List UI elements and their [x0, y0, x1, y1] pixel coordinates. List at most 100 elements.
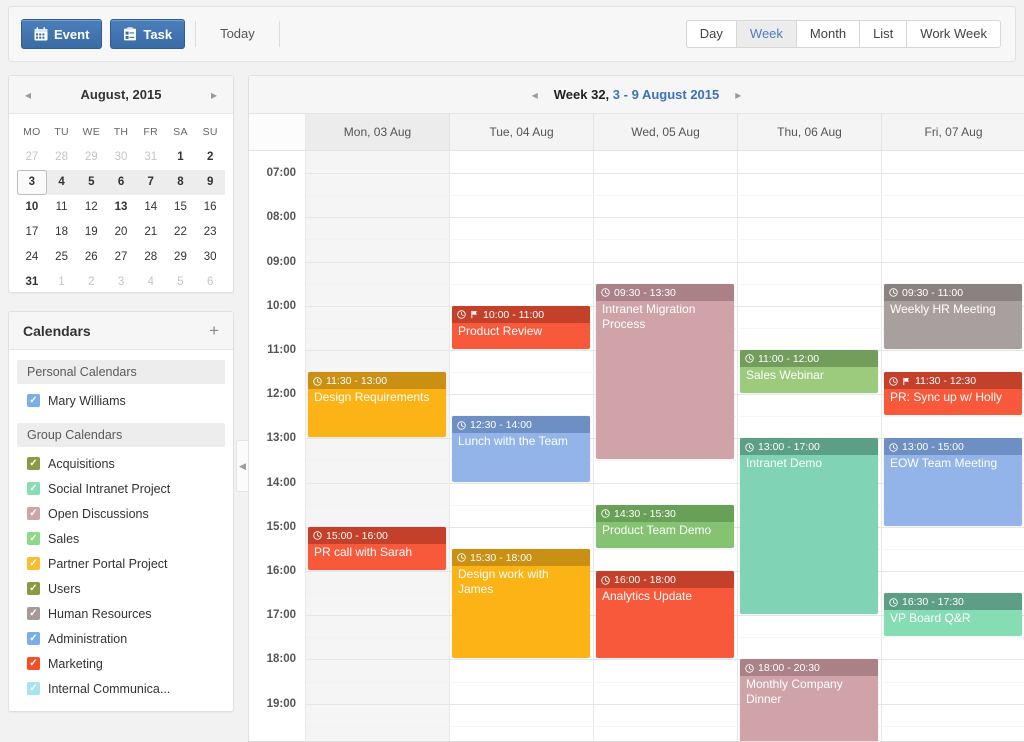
mini-calendar-day[interactable]: 2 [195, 145, 225, 170]
mini-calendar-day[interactable]: 12 [76, 195, 106, 220]
mini-calendar-day[interactable]: 14 [136, 195, 166, 220]
mini-calendar-day[interactable]: 11 [47, 195, 77, 220]
calendar-event[interactable]: 13:00 - 15:00 EOW Team Meeting [884, 438, 1022, 526]
mini-calendar-day[interactable]: 24 [17, 245, 47, 270]
mini-calendar-day[interactable]: 5 [166, 270, 196, 295]
calendar-list-item[interactable]: Sales [9, 526, 233, 551]
day-header-cell[interactable]: Tue, 04 Aug [450, 114, 594, 150]
mini-calendar-day[interactable]: 2 [76, 270, 106, 295]
calendar-list-item[interactable]: Human Resources [9, 601, 233, 626]
calendar-event[interactable]: 12:30 - 14:00 Lunch with the Team [452, 416, 590, 482]
calendar-checkbox-icon[interactable] [27, 557, 40, 570]
sidebar-collapse-handle[interactable]: ◀ [236, 440, 248, 492]
calendar-list-item[interactable]: Administration [9, 626, 233, 651]
mini-calendar-day[interactable]: 13 [106, 195, 136, 220]
calendar-checkbox-icon[interactable] [27, 482, 40, 495]
mini-calendar-next-icon[interactable]: ▸ [207, 88, 221, 102]
calendar-event[interactable]: 14:30 - 15:30 Product Team Demo [596, 504, 734, 548]
mini-calendar-day[interactable]: 5 [76, 170, 106, 195]
calendar-event[interactable]: 11:30 - 12:30 PR: Sync up w/ Holly [884, 372, 1022, 416]
mini-calendar-day[interactable]: 18 [47, 220, 77, 245]
week-title-range: 3 - 9 August 2015 [612, 87, 720, 102]
add-calendar-icon[interactable]: + [209, 322, 219, 339]
calendar-event[interactable]: 13:00 - 17:00 Intranet Demo [740, 438, 878, 615]
calendar-checkbox-icon[interactable] [27, 507, 40, 520]
add-task-button[interactable]: Task [110, 19, 186, 49]
mini-calendar-day[interactable]: 3 [106, 270, 136, 295]
mini-calendar-day[interactable]: 9 [195, 170, 225, 195]
calendar-event[interactable]: 11:00 - 12:00 Sales Webinar [740, 349, 878, 394]
mini-calendar-day[interactable]: 20 [106, 220, 136, 245]
calendar-list-item[interactable]: Mary Williams [9, 388, 233, 413]
calendar-checkbox-icon[interactable] [27, 682, 40, 695]
mini-calendar-day[interactable]: 6 [106, 170, 136, 195]
mini-calendar-day[interactable]: 30 [106, 145, 136, 170]
mini-calendar-day[interactable]: 19 [76, 220, 106, 245]
view-button-work-week[interactable]: Work Week [906, 20, 1001, 48]
calendar-checkbox-icon[interactable] [27, 632, 40, 645]
calendar-checkbox-icon[interactable] [27, 394, 40, 407]
view-button-day[interactable]: Day [685, 20, 736, 48]
calendar-list-item[interactable]: Partner Portal Project [9, 551, 233, 576]
calendar-checkbox-icon[interactable] [27, 657, 40, 670]
day-header-cell[interactable]: Thu, 06 Aug [738, 114, 882, 150]
mini-calendar-day[interactable]: 4 [136, 270, 166, 295]
mini-calendar-prev-icon[interactable]: ◂ [21, 88, 35, 102]
day-header-cell[interactable]: Mon, 03 Aug [306, 114, 450, 150]
mini-calendar-day[interactable]: 1 [47, 270, 77, 295]
calendar-checkbox-icon[interactable] [27, 532, 40, 545]
mini-calendar-day[interactable]: 31 [17, 270, 47, 295]
calendar-checkbox-icon[interactable] [27, 582, 40, 595]
calendar-event[interactable]: 16:00 - 18:00 Analytics Update [596, 571, 734, 659]
mini-calendar-day[interactable]: 10 [17, 195, 47, 220]
mini-calendar-day[interactable]: 27 [106, 245, 136, 270]
calendar-event[interactable]: 16:30 - 17:30 VP Board Q&R [884, 593, 1022, 637]
calendar-item-label: Mary Williams [48, 393, 126, 408]
calendar-event[interactable]: 15:00 - 16:00 PR call with Sarah [308, 526, 446, 570]
calendar-list-item[interactable]: Users [9, 576, 233, 601]
day-header-cell[interactable]: Fri, 07 Aug [882, 114, 1024, 150]
mini-calendar-day[interactable]: 8 [166, 170, 196, 195]
calendar-list-item[interactable]: Internal Communica... [9, 676, 233, 701]
calendar-event[interactable]: 11:30 - 13:00 Design Requirements [308, 372, 446, 438]
calendar-list-item[interactable]: Marketing [9, 651, 233, 676]
calendar-event[interactable]: 09:30 - 13:30 Intranet Migration Process [596, 283, 734, 460]
calendar-list-item[interactable]: Social Intranet Project [9, 476, 233, 501]
mini-calendar-day[interactable]: 29 [166, 245, 196, 270]
mini-calendar-day[interactable]: 28 [47, 145, 77, 170]
mini-calendar-day[interactable]: 23 [195, 220, 225, 245]
view-button-month[interactable]: Month [795, 20, 860, 48]
mini-calendar-day[interactable]: 28 [136, 245, 166, 270]
calendar-list-item[interactable]: Open Discussions [9, 501, 233, 526]
today-button[interactable]: Today [198, 19, 277, 49]
mini-calendar-day[interactable]: 7 [136, 170, 166, 195]
mini-calendar-day[interactable]: 15 [166, 195, 196, 220]
day-header-cell[interactable]: Wed, 05 Aug [594, 114, 738, 150]
calendar-checkbox-icon[interactable] [27, 607, 40, 620]
mini-calendar-day[interactable]: 27 [17, 145, 47, 170]
calendar-list-item[interactable]: Acquisitions [9, 451, 233, 476]
calendar-event[interactable]: 09:30 - 11:00 Weekly HR Meeting [884, 283, 1022, 349]
week-next-icon[interactable]: ▸ [735, 88, 741, 102]
mini-calendar-day[interactable]: 29 [76, 145, 106, 170]
mini-calendar-day[interactable]: 22 [166, 220, 196, 245]
mini-calendar-day[interactable]: 30 [195, 245, 225, 270]
mini-calendar-day[interactable]: 31 [136, 145, 166, 170]
mini-calendar-day[interactable]: 17 [17, 220, 47, 245]
calendar-event[interactable]: 18:00 - 20:30 Monthly Company Dinner [740, 659, 878, 741]
view-button-week[interactable]: Week [735, 20, 796, 48]
view-button-list[interactable]: List [859, 20, 907, 48]
mini-calendar-day[interactable]: 4 [47, 170, 77, 195]
mini-calendar-day-today[interactable]: 3 [17, 170, 47, 195]
week-prev-icon[interactable]: ◂ [532, 88, 538, 102]
calendar-event[interactable]: 15:30 - 18:00 Design work with James [452, 548, 590, 659]
mini-calendar-day[interactable]: 26 [76, 245, 106, 270]
mini-calendar-day[interactable]: 25 [47, 245, 77, 270]
calendar-checkbox-icon[interactable] [27, 457, 40, 470]
calendar-event[interactable]: 10:00 - 11:00 Product Review [452, 305, 590, 349]
mini-calendar-day[interactable]: 6 [195, 270, 225, 295]
mini-calendar-day[interactable]: 16 [195, 195, 225, 220]
mini-calendar-day[interactable]: 21 [136, 220, 166, 245]
mini-calendar-day[interactable]: 1 [166, 145, 196, 170]
add-event-button[interactable]: Event [21, 19, 103, 49]
